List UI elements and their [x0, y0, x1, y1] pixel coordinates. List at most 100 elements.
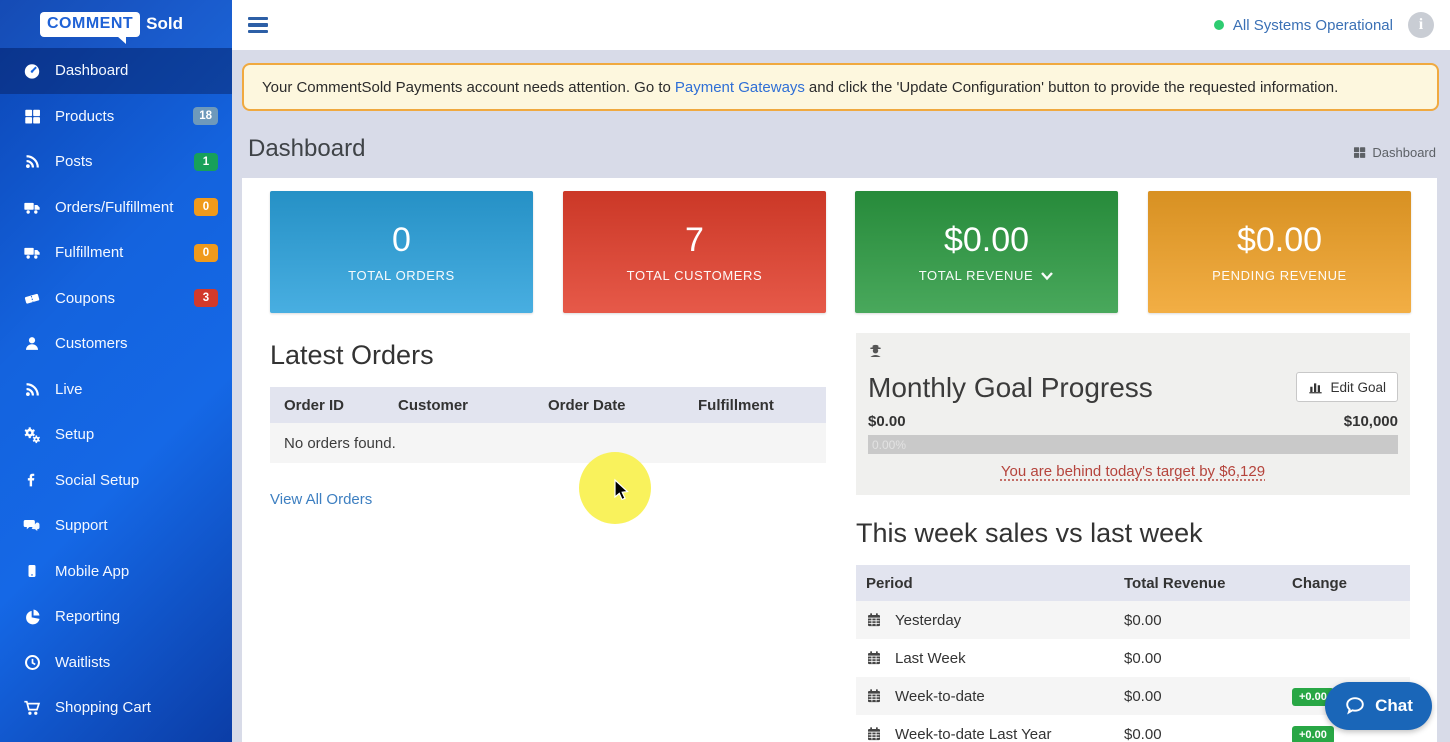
grid-icon	[22, 107, 42, 125]
sidebar-item-coupons[interactable]: Coupons 3	[0, 276, 232, 322]
logo-comment-text: COMMENT	[47, 14, 134, 32]
empty-orders-row: No orders found.	[270, 423, 826, 463]
payment-gateways-link[interactable]: Payment Gateways	[675, 79, 805, 96]
table-row: Last Week $0.00	[856, 639, 1410, 677]
sidebar-item-orders-fulfillment[interactable]: Orders/Fulfillment 0	[0, 185, 232, 231]
sidebar-item-products[interactable]: Products 18	[0, 94, 232, 140]
column-header-period: Period	[866, 574, 913, 592]
latest-orders-title: Latest Orders	[270, 340, 434, 370]
monthly-goal-panel: Monthly Goal Progress Edit Goal $0.00 $1…	[856, 333, 1410, 495]
table-row: Week-to-date Last Year $0.00 +0.00	[856, 715, 1410, 742]
content-panel: 0 TOTAL ORDERS 7 TOTAL CUSTOMERS $0.00 T…	[242, 178, 1437, 742]
latest-orders-header-row: Order ID Customer Order Date Fulfillment	[270, 387, 826, 423]
monthly-goal-title: Monthly Goal Progress	[868, 372, 1153, 403]
breadcrumb[interactable]: Dashboard	[1353, 145, 1436, 160]
week-sales-title: This week sales vs last week	[856, 518, 1203, 548]
column-header-change: Change	[1292, 574, 1348, 592]
total-orders-label: TOTAL ORDERS	[348, 268, 455, 283]
clock-icon	[22, 653, 42, 671]
column-header-fulfillment: Fulfillment	[698, 396, 774, 414]
sidebar-item-label: Waitlists	[55, 653, 111, 671]
broadcast-icon	[22, 380, 42, 398]
calendar-icon	[868, 651, 880, 665]
shopping-cart-icon	[22, 699, 42, 717]
truck-icon	[22, 198, 42, 216]
total-revenue-value: $0.00	[943, 221, 1030, 259]
sidebar-item-label: Reporting	[55, 608, 121, 626]
sidebar-item-setup[interactable]: Setup	[0, 412, 232, 458]
truck-icon	[22, 244, 42, 262]
period-label: Week-to-date	[895, 687, 985, 705]
chevron-down-icon[interactable]	[1040, 271, 1054, 281]
sidebar-item-mobile-app[interactable]: Mobile App	[0, 549, 232, 595]
ticket-icon	[22, 289, 42, 307]
week-sales-rows: Yesterday $0.00 Last Week $0.00 Week-to-…	[856, 601, 1410, 742]
period-label: Yesterday	[895, 611, 962, 629]
chat-button[interactable]: Chat	[1325, 682, 1432, 730]
sidebar-nav: Dashboard Products 18 Posts 1 Orders/Ful…	[0, 48, 232, 731]
topbar-right: All Systems Operational i	[1213, 12, 1434, 38]
user-icon	[22, 335, 42, 353]
info-icon[interactable]: i	[1408, 12, 1434, 38]
revenue-value: $0.00	[1124, 725, 1162, 742]
goal-percent-label: 0.00%	[872, 437, 907, 452]
sidebar-item-fulfillment[interactable]: Fulfillment 0	[0, 230, 232, 276]
sidebar-item-label: Products	[55, 107, 115, 125]
hamburger-menu-icon[interactable]	[248, 17, 268, 33]
sidebar-item-support[interactable]: Support	[0, 503, 232, 549]
sidebar-item-label: Mobile App	[55, 562, 130, 580]
goal-target-value: $10,000	[1343, 413, 1398, 430]
gears-icon	[22, 426, 42, 444]
total-customers-card[interactable]: 7 TOTAL CUSTOMERS	[563, 191, 826, 313]
column-header-total-revenue: Total Revenue	[1124, 574, 1226, 592]
system-status-link[interactable]: All Systems Operational	[1233, 17, 1393, 34]
sidebar-item-social-setup[interactable]: Social Setup	[0, 458, 232, 504]
total-customers-label: TOTAL CUSTOMERS	[626, 268, 763, 283]
period-label: Last Week	[895, 649, 966, 667]
total-revenue-card[interactable]: $0.00 TOTAL REVENUE	[855, 191, 1118, 313]
topbar: All Systems Operational i	[232, 0, 1450, 50]
coupons-count-badge: 3	[194, 289, 218, 308]
sidebar-item-label: Orders/Fulfillment	[55, 198, 174, 216]
sidebar-item-shopping-cart[interactable]: Shopping Cart	[0, 685, 232, 731]
breadcrumb-label: Dashboard	[1372, 145, 1436, 160]
logo-sold-text: Sold	[146, 14, 183, 33]
period-label: Week-to-date Last Year	[895, 725, 1052, 742]
bar-chart-icon	[1309, 382, 1323, 393]
fulfillment-count-badge: 0	[194, 243, 218, 262]
sidebar-item-live[interactable]: Live	[0, 367, 232, 413]
total-revenue-label-text: TOTAL REVENUE	[918, 268, 1034, 283]
sidebar-item-dashboard[interactable]: Dashboard	[0, 48, 232, 94]
grid-icon	[1354, 147, 1366, 158]
sidebar-item-label: Shopping Cart	[55, 699, 151, 717]
sidebar-item-customers[interactable]: Customers	[0, 321, 232, 367]
chat-bubbles-icon	[22, 517, 42, 535]
sidebar-item-waitlists[interactable]: Waitlists	[0, 640, 232, 686]
sidebar-item-label: Live	[55, 380, 83, 398]
rss-icon	[22, 153, 42, 171]
payments-alert-banner: Your CommentSold Payments account needs …	[242, 63, 1439, 111]
total-customers-value: 7	[685, 221, 704, 259]
column-header-customer: Customer	[398, 396, 469, 414]
edit-goal-button[interactable]: Edit Goal	[1296, 372, 1398, 402]
total-orders-card[interactable]: 0 TOTAL ORDERS	[270, 191, 533, 313]
goal-warning-text[interactable]: You are behind today's target by $6,129	[868, 463, 1398, 480]
brand-logo[interactable]: COMMENT Sold	[0, 0, 232, 48]
sidebar-item-posts[interactable]: Posts 1	[0, 139, 232, 185]
table-row: Yesterday $0.00	[856, 601, 1410, 639]
latest-orders-section: Latest Orders Order ID Customer Order Da…	[270, 340, 826, 509]
edit-goal-label: Edit Goal	[1330, 379, 1386, 395]
sidebar-item-label: Coupons	[55, 289, 116, 307]
revenue-value: $0.00	[1124, 611, 1162, 629]
chat-button-label: Chat	[1375, 696, 1413, 715]
sidebar-item-label: Social Setup	[55, 471, 140, 489]
sidebar: COMMENT Sold Dashboard Products 18 Posts…	[0, 0, 232, 742]
calendar-icon	[868, 689, 880, 703]
dashboard-icon	[22, 62, 42, 80]
pending-revenue-value: $0.00	[1236, 221, 1323, 259]
revenue-value: $0.00	[1124, 687, 1162, 705]
alert-text-after: and click the 'Update Configuration' but…	[808, 78, 1339, 96]
view-all-orders-link[interactable]: View All Orders	[270, 491, 372, 508]
sidebar-item-reporting[interactable]: Reporting	[0, 594, 232, 640]
pending-revenue-card[interactable]: $0.00 PENDING REVENUE	[1148, 191, 1411, 313]
